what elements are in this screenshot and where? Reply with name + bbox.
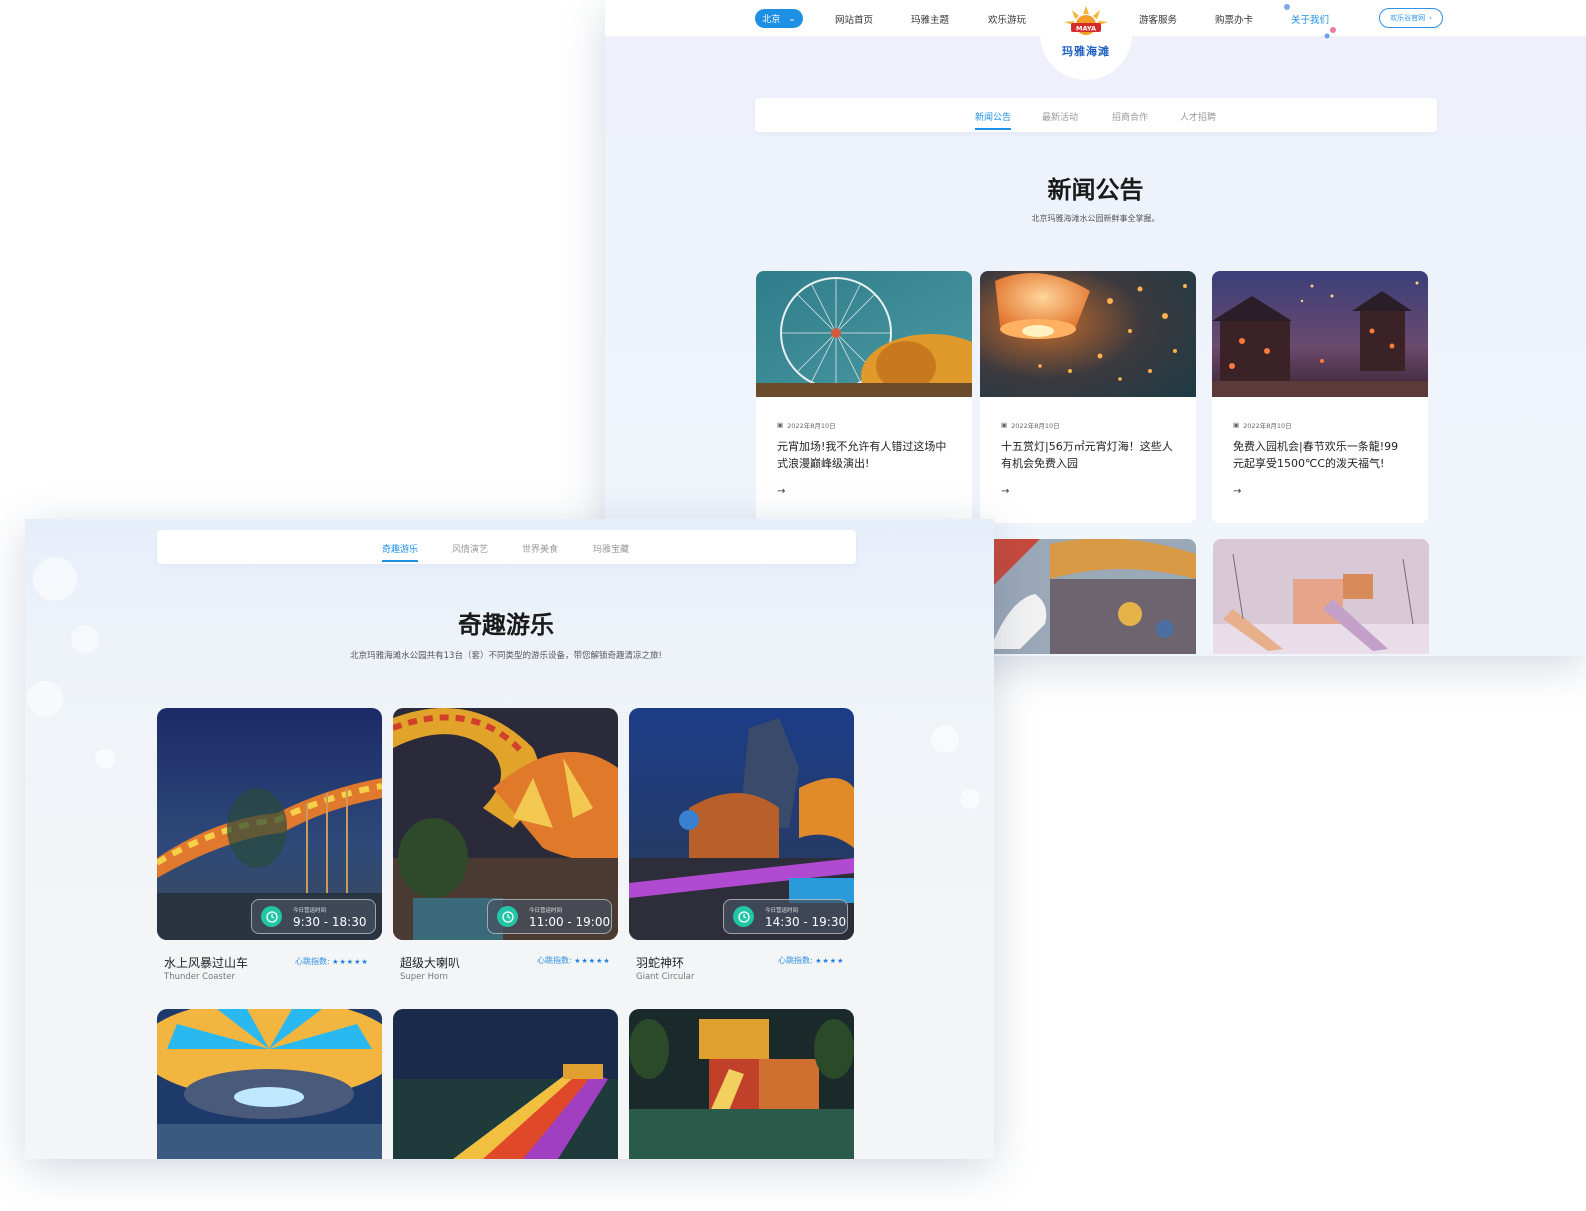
news-card[interactable]: ▣ 2022年8月10日 免费入园机会|春节欢乐一条龍!99元起享受1500℃C的… — [1212, 271, 1428, 523]
nav-item-service[interactable]: 游客服务 — [1139, 12, 1177, 26]
news-title[interactable]: 元宵加场!我不允许有人错过这场中式浪漫巅峰级演出! — [777, 438, 953, 472]
news-date-text: 2022年8月10日 — [1011, 422, 1060, 430]
rating-label: 心跳指数: — [778, 956, 813, 965]
ride-card[interactable]: 今日营运时间 11:00 - 19:00 — [393, 708, 618, 940]
tab-rides[interactable]: 奇趣游乐 — [382, 542, 419, 562]
calendar-icon: ▣ — [1001, 421, 1008, 429]
city-selector[interactable]: 北京 ⌄ — [755, 9, 803, 28]
thrill-rating: 心跳指数: ★★★★★ — [537, 955, 611, 966]
carousel-image — [980, 539, 1196, 654]
tab-business[interactable]: 招商合作 — [1112, 110, 1148, 123]
rating-label: 心跳指数: — [537, 956, 572, 965]
brand-site-button[interactable]: 欢乐谷官网 › — [1379, 8, 1443, 28]
news-date-text: 2022年8月10日 — [1243, 422, 1292, 430]
ride-card[interactable]: 今日营运时间 9:30 - 18:30 — [157, 708, 382, 940]
hours-caption: 今日营运时间 — [293, 908, 327, 914]
hours-value: 14:30 - 19:30 — [765, 915, 847, 929]
rides-page-window: 奇趣游乐 风情演艺 世界美食 玛雅宝藏 奇趣游乐 北京玛雅海滩水公园共有13台（… — [25, 519, 994, 1159]
news-date-text: 2022年8月10日 — [787, 422, 836, 430]
tab-shows[interactable]: 风情演艺 — [452, 542, 488, 555]
news-date: ▣ 2022年8月10日 — [777, 420, 836, 430]
ferris-wheel-image — [756, 271, 972, 397]
clock-icon — [733, 906, 754, 927]
page-subtitle: 北京玛雅海滩水公园新鲜事全掌握。 — [1031, 214, 1160, 223]
sky-lantern-image — [980, 271, 1196, 397]
star-rating-icon: ★★★★★ — [332, 958, 369, 966]
sun-logo-icon: MAYA — [1064, 6, 1108, 35]
tab-food[interactable]: 世界美食 — [522, 542, 558, 555]
nav-item-home[interactable]: 网站首页 — [835, 12, 873, 26]
festival-town-image — [1212, 271, 1428, 397]
chevron-down-icon: ⌄ — [788, 13, 796, 24]
brand-site-label: 欢乐谷官网 — [1390, 14, 1426, 22]
chevron-right-icon: › — [1429, 14, 1432, 22]
ride-card[interactable] — [393, 1009, 618, 1159]
news-card-thumbnail[interactable] — [980, 539, 1196, 654]
nav-item-play[interactable]: 欢乐游玩 — [988, 12, 1026, 26]
ride-name[interactable]: 超级大喇叭 — [400, 954, 460, 971]
nav-item-tickets[interactable]: 购票办卡 — [1215, 12, 1253, 26]
ride-name[interactable]: 羽蛇神环 — [636, 954, 684, 971]
clock-icon — [261, 906, 282, 927]
tab-news[interactable]: 新闻公告 — [975, 110, 1012, 130]
water-slide-image — [393, 1009, 618, 1159]
news-title[interactable]: 免费入园机会|春节欢乐一条龍!99元起享受1500℃C的泼天福气! — [1233, 438, 1409, 472]
arrow-right-icon[interactable]: → — [777, 486, 785, 497]
logo-maya-text: MAYA — [1076, 25, 1096, 33]
news-tabbar: 新闻公告 最新活动 招商合作 人才招聘 — [755, 98, 1437, 132]
logo-name: 玛雅海滩 — [1062, 45, 1110, 58]
park-logo[interactable]: MAYA 玛雅海滩 — [1040, 0, 1132, 80]
decorative-bubbles — [1284, 4, 1336, 39]
rides-tabbar: 奇趣游乐 风情演艺 世界美食 玛雅宝藏 — [157, 530, 856, 564]
clock-icon — [497, 906, 518, 927]
ride-english-name: Giant Circular — [636, 972, 695, 982]
thrill-rating: 心跳指数: ★★★★★ — [295, 956, 369, 967]
page-title: 奇趣游乐 — [458, 611, 554, 639]
ride-card[interactable]: 今日营运时间 14:30 - 19:30 — [629, 708, 854, 940]
ride-name[interactable]: 水上风暴过山车 — [164, 954, 248, 971]
news-card[interactable]: ▣ 2022年8月10日 元宵加场!我不允许有人错过这场中式浪漫巅峰级演出! → — [756, 271, 972, 523]
hours-value: 11:00 - 19:00 — [529, 915, 611, 929]
page-title: 新闻公告 — [1047, 176, 1144, 204]
hours-value: 9:30 - 18:30 — [293, 915, 367, 929]
ride-english-name: Thunder Coaster — [164, 972, 236, 982]
ride-card[interactable] — [629, 1009, 854, 1159]
snowy-playground-image — [1213, 539, 1429, 654]
news-card-thumbnail[interactable] — [1213, 539, 1429, 654]
hours-badge: 今日营运时间 9:30 - 18:30 — [251, 899, 376, 934]
hours-badge: 今日营运时间 11:00 - 19:00 — [487, 899, 612, 934]
news-date: ▣ 2022年8月10日 — [1001, 420, 1060, 430]
page-subtitle: 北京玛雅海滩水公园共有13台（套）不同类型的游乐设备，带您解锁奇趣清凉之旅! — [350, 651, 662, 661]
news-card[interactable]: ▣ 2022年8月10日 十五赏灯|56万㎡元宵灯海！这些人有机会免费入园 → — [980, 271, 1196, 523]
thrill-rating: 心跳指数: ★★★★ — [778, 955, 844, 966]
arrow-right-icon[interactable]: → — [1233, 486, 1241, 497]
tab-jobs[interactable]: 人才招聘 — [1180, 110, 1216, 123]
tab-news-label: 新闻公告 — [975, 113, 1012, 123]
calendar-icon: ▣ — [1233, 421, 1240, 429]
tab-active-underline — [975, 128, 1012, 130]
tab-rides-label: 奇趣游乐 — [382, 545, 419, 555]
nav-item-theme[interactable]: 玛雅主题 — [911, 12, 949, 26]
tab-events[interactable]: 最新活动 — [1042, 110, 1078, 123]
rating-label: 心跳指数: — [295, 957, 330, 966]
news-date: ▣ 2022年8月10日 — [1233, 420, 1292, 430]
news-title[interactable]: 十五赏灯|56万㎡元宵灯海！这些人有机会免费入园 — [1001, 438, 1177, 472]
water-playground-image — [629, 1009, 854, 1159]
ride-card[interactable] — [157, 1009, 382, 1159]
tab-active-underline — [382, 560, 419, 562]
hours-caption: 今日营运时间 — [765, 908, 799, 914]
calendar-icon: ▣ — [777, 421, 784, 429]
star-rating-icon: ★★★★ — [815, 957, 845, 965]
hours-badge: 今日营运时间 14:30 - 19:30 — [723, 899, 848, 934]
hours-caption: 今日营运时间 — [529, 908, 563, 914]
ufo-ride-image — [157, 1009, 382, 1159]
city-label: 北京 — [762, 15, 781, 25]
star-rating-icon: ★★★★★ — [574, 957, 611, 965]
tab-treasure[interactable]: 玛雅宝藏 — [593, 542, 629, 555]
arrow-right-icon[interactable]: → — [1001, 486, 1009, 497]
ride-english-name: Super Horn — [400, 972, 448, 982]
